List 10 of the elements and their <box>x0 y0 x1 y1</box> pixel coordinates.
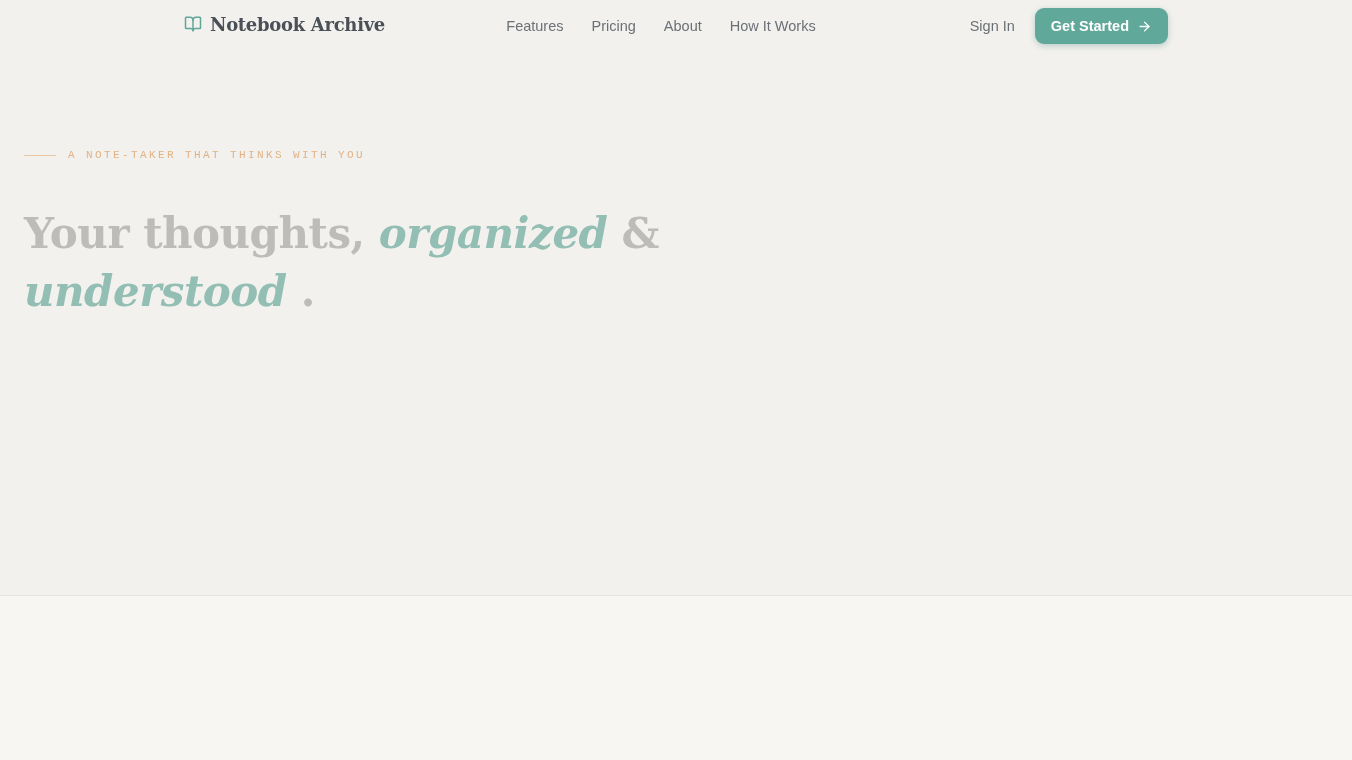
tagline: A NOTE-TAKER THAT THINKS WITH YOU <box>68 149 366 161</box>
nav-link[interactable]: Features <box>506 18 564 34</box>
book-icon <box>184 15 202 33</box>
arrow-right-icon <box>1137 18 1152 34</box>
nav-link[interactable]: About <box>663 18 702 34</box>
nav-link[interactable]: Pricing <box>591 18 636 34</box>
logo[interactable]: Notebook Archive <box>184 13 385 35</box>
get-started-button[interactable]: Get Started <box>1034 8 1168 44</box>
nav-link[interactable]: How It Works <box>729 18 816 34</box>
sign-in-link[interactable]: Sign In <box>969 18 1015 34</box>
